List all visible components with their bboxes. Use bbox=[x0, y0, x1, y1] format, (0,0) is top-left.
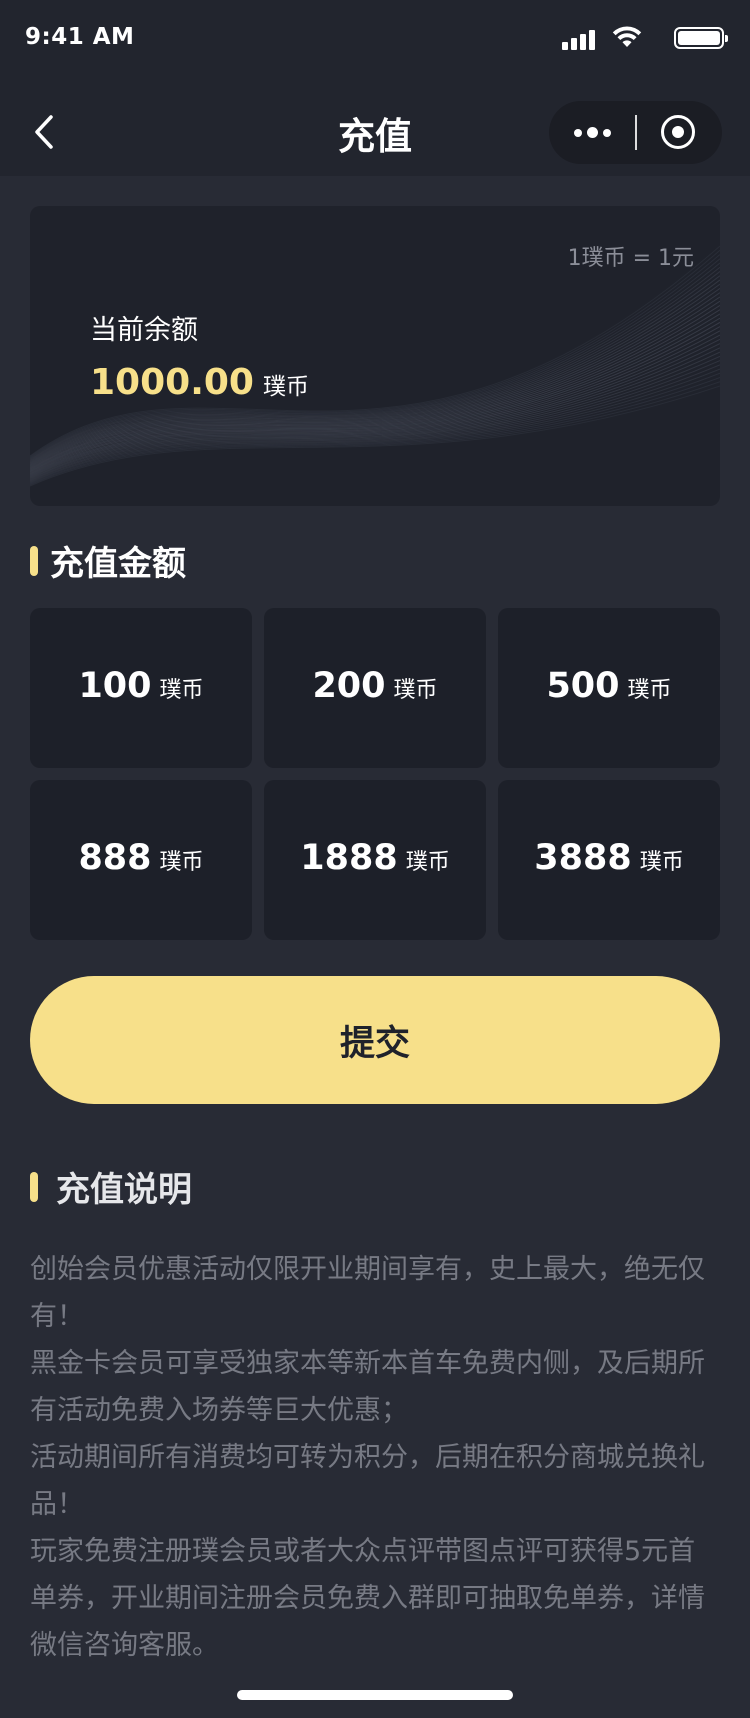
balance-label: 当前余额 bbox=[90, 315, 198, 346]
menu-capsule bbox=[549, 101, 722, 164]
section-title-text: 充值金额 bbox=[50, 544, 186, 584]
amount-unit: 璞币 bbox=[627, 678, 672, 703]
amount-unit: 璞币 bbox=[639, 850, 684, 875]
amount-option[interactable]: 200 璞币 bbox=[264, 608, 486, 768]
note-paragraph: 玩家免费注册璞会员或者大众点评带图点评可获得5元首单券，开业期间注册会员免费入群… bbox=[30, 1536, 705, 1661]
balance-amount: 1000.00 bbox=[90, 362, 254, 403]
section-title-notes: 充值说明 bbox=[30, 1162, 192, 1211]
status-bar: 9:41 AM bbox=[0, 0, 750, 88]
balance-card: 1璞币 = 1元 当前余额 1000.00 璞币 bbox=[30, 206, 720, 506]
amount-value: 100 bbox=[78, 666, 152, 706]
amount-option[interactable]: 3888 璞币 bbox=[498, 780, 720, 940]
note-paragraph: 活动期间所有消费均可转为积分，后期在积分商城兑换礼品！ bbox=[30, 1442, 705, 1520]
note-paragraph: 黑金卡会员可享受独家本等新本首车免费内侧，及后期所有活动免费入场券等巨大优惠； bbox=[30, 1348, 705, 1426]
nav-bar: 充值 bbox=[0, 88, 750, 176]
amount-unit: 璞币 bbox=[405, 850, 450, 875]
amount-value: 888 bbox=[78, 838, 152, 878]
amount-value: 200 bbox=[312, 666, 386, 706]
amount-unit: 璞币 bbox=[159, 850, 204, 875]
close-circle-icon[interactable] bbox=[661, 115, 695, 149]
exchange-rate: 1璞币 = 1元 bbox=[567, 246, 694, 271]
balance-unit: 璞币 bbox=[262, 374, 309, 400]
section-accent-bar bbox=[30, 545, 38, 576]
amount-unit: 璞币 bbox=[393, 678, 438, 703]
submit-button[interactable]: 提交 bbox=[30, 976, 720, 1104]
more-icon[interactable] bbox=[549, 101, 635, 164]
section-accent-bar bbox=[30, 1171, 38, 1202]
amount-option[interactable]: 100 璞币 bbox=[30, 608, 252, 768]
amount-option[interactable]: 888 璞币 bbox=[30, 780, 252, 940]
wifi-icon bbox=[612, 26, 642, 47]
amount-option[interactable]: 1888 璞币 bbox=[264, 780, 486, 940]
note-paragraph: 创始会员优惠活动仅限开业期间享有，史上最大，绝无仅有！ bbox=[30, 1254, 705, 1332]
amount-grid: 100 璞币 200 璞币 500 璞币 888 璞币 1888 璞币 3888… bbox=[30, 608, 720, 940]
status-time: 9:41 AM bbox=[25, 24, 135, 50]
amount-value: 3888 bbox=[534, 838, 632, 878]
signal-icon bbox=[562, 30, 596, 50]
amount-unit: 璞币 bbox=[159, 678, 204, 703]
amount-option[interactable]: 500 璞币 bbox=[498, 608, 720, 768]
amount-value: 1888 bbox=[300, 838, 398, 878]
recharge-notes: 创始会员优惠活动仅限开业期间享有，史上最大，绝无仅有！ 黑金卡会员可享受独家本等… bbox=[30, 1246, 722, 1669]
balance-row: 1000.00 璞币 bbox=[90, 362, 309, 403]
capsule-divider bbox=[635, 115, 637, 150]
amount-value: 500 bbox=[546, 666, 620, 706]
section-title-text: 充值说明 bbox=[56, 1170, 192, 1210]
battery-icon bbox=[674, 27, 728, 49]
home-indicator bbox=[237, 1690, 513, 1700]
section-title-amount: 充值金额 bbox=[30, 536, 186, 585]
